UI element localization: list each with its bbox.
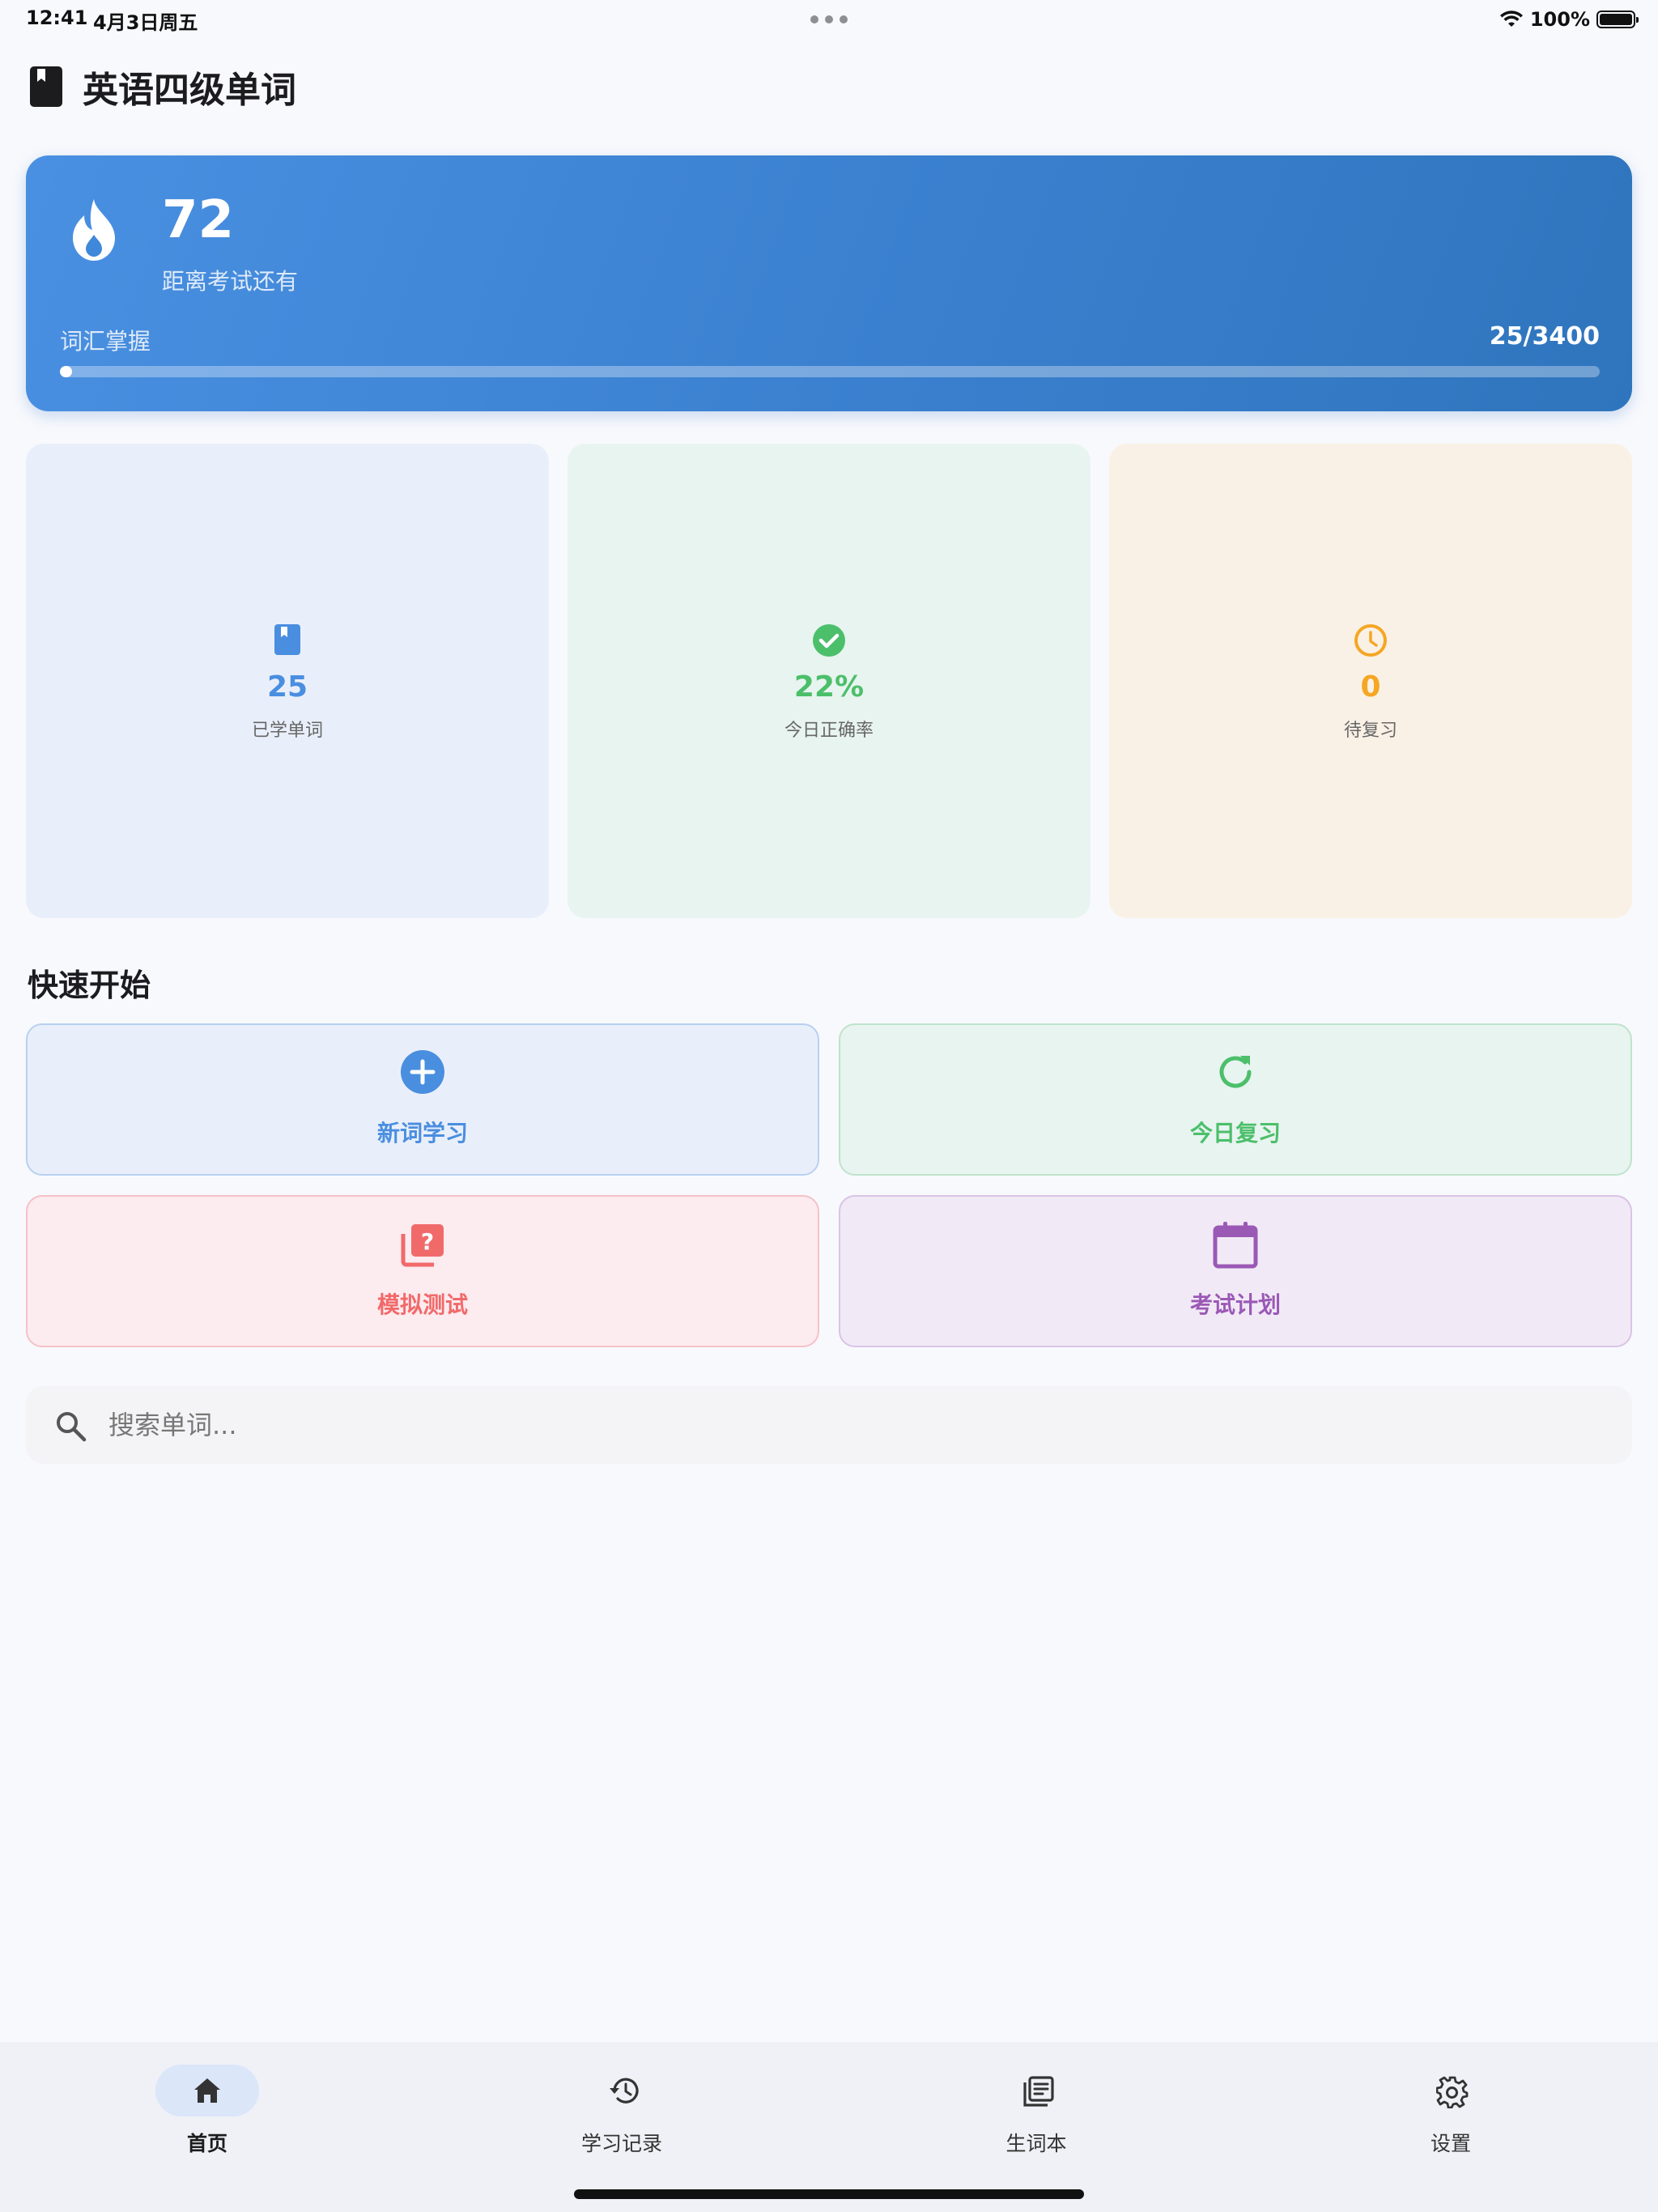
battery-icon [1596,11,1639,28]
exam-plan-button[interactable]: 考试计划 [839,1195,1632,1347]
exam-plan-label: 考试计划 [1189,1291,1281,1318]
today-review-button[interactable]: 今日复习 [839,1023,1632,1176]
search-bar[interactable] [26,1386,1632,1464]
nav-label: 设置 [1430,2132,1471,2155]
status-date: 4月3日周五 [93,11,198,34]
vocab-mastery-label: 词汇掌握 [60,328,151,355]
battery-percent: 100% [1529,8,1590,31]
calendar-icon [1213,1222,1258,1269]
stat-label: 待复习 [1343,721,1397,741]
notebook-icon [1023,2076,1054,2107]
wifi-icon [1499,11,1523,27]
home-indicator[interactable] [574,2189,1084,2199]
status-indicators: 100% [1499,5,1639,34]
svg-text:?: ? [421,1228,434,1255]
mock-test-label: 模拟测试 [376,1291,468,1318]
status-time: 12:41 [26,6,88,29]
check-circle-icon [813,624,845,657]
nav-home[interactable]: 首页 [110,2065,304,2162]
nav-history[interactable]: 学习记录 [525,2065,719,2162]
quiz-icon: ? [401,1224,444,1267]
multitasking-dots-icon[interactable] [810,15,848,23]
status-bar: 12:41 4月3日周五 100% [0,0,1658,39]
new-words-label: 新词学习 [376,1120,468,1146]
plus-circle-icon [401,1050,444,1094]
stat-value: 0 [1360,670,1381,704]
quick-start-title: 快速开始 [28,968,151,1003]
stat-label: 已学单词 [251,721,323,741]
exam-countdown-card: 72 距离考试还有 词汇掌握 25/3400 [26,155,1632,411]
stat-card-accuracy: 22% 今日正确率 [568,444,1090,918]
nav-label: 首页 [186,2132,227,2155]
nav-vocabulary-book[interactable]: 生词本 [939,2065,1133,2162]
exam-days-count: 72 [162,190,235,250]
clock-icon [1354,624,1387,657]
stat-card-learned: 25 已学单词 [26,444,549,918]
stat-value: 25 [266,670,308,704]
bottom-navigation: 首页 学习记录 生词本 设置 [0,2042,1658,2212]
app-screen: 12:41 4月3日周五 100% 英语四级单词 72 距离考试还有 词汇掌握 … [0,0,1658,2212]
bookmark-icon [274,624,300,655]
vocab-mastery-count: 25/3400 [1489,322,1600,351]
app-header: 英语四级单词 [29,58,296,115]
exam-days-label: 距离考试还有 [162,268,299,295]
nav-label: 学习记录 [580,2132,662,2155]
home-icon [194,2078,220,2103]
nav-label: 生词本 [1005,2132,1067,2155]
gear-icon [1436,2076,1469,2108]
vocab-progress-fill [60,366,73,377]
search-input[interactable] [108,1386,1566,1464]
today-review-label: 今日复习 [1189,1120,1281,1146]
vocab-progress-bar [60,366,1600,377]
nav-settings[interactable]: 设置 [1354,2065,1548,2162]
stat-value: 22% [793,670,865,704]
mock-test-button[interactable]: ? 模拟测试 [26,1195,819,1347]
history-icon [610,2078,639,2104]
new-words-button[interactable]: 新词学习 [26,1023,819,1176]
stat-label: 今日正确率 [784,721,874,741]
page-title: 英语四级单词 [83,70,296,111]
refresh-icon [1219,1056,1252,1088]
flame-icon [73,199,115,261]
book-icon [30,66,62,107]
stat-card-pending-review: 0 待复习 [1109,444,1632,918]
search-icon [57,1412,87,1442]
